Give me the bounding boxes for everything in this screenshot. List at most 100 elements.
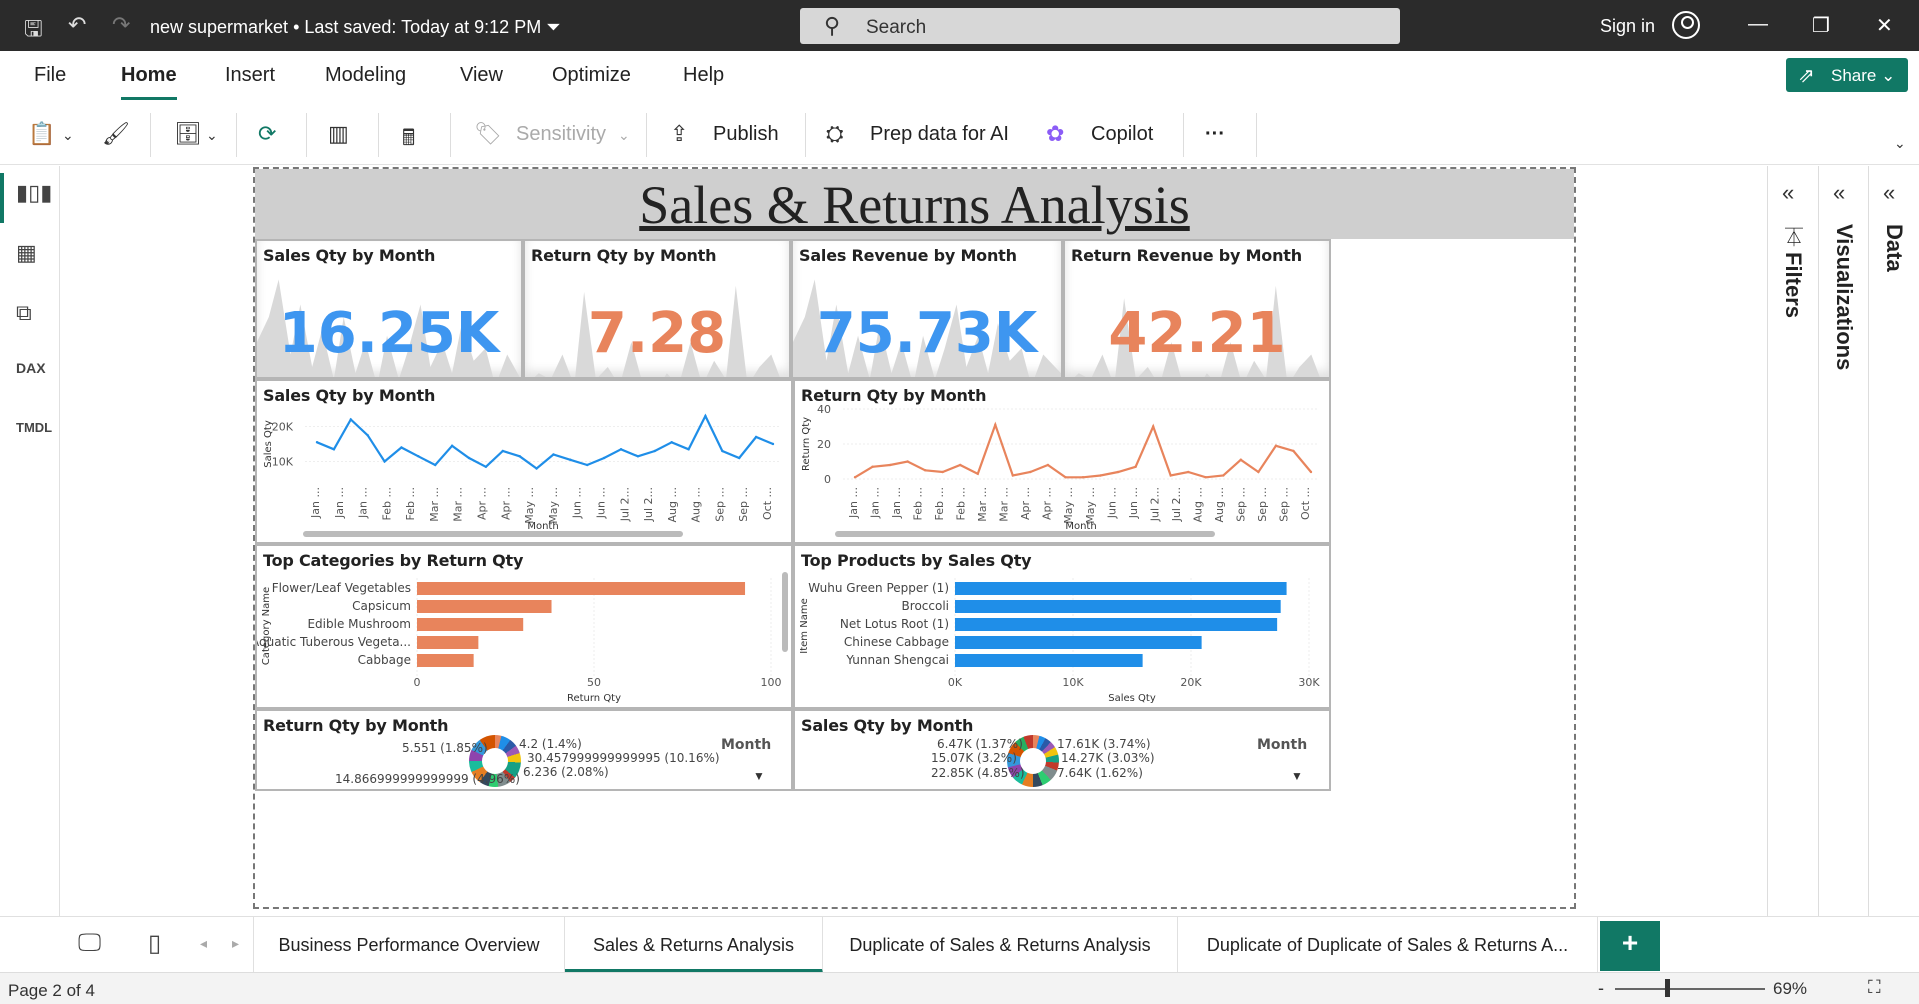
prep-data-icon[interactable]: ⛭	[826, 121, 844, 147]
x-tick-label: Jun ...	[1105, 487, 1118, 519]
format-painter-icon[interactable]: 🖌	[102, 121, 130, 147]
page-tab-duplicate[interactable]: Duplicate of Sales & Returns Analysis	[823, 917, 1178, 973]
close-icon[interactable]: ✕	[1876, 13, 1893, 38]
x-tick-label: Jan ...	[847, 487, 860, 519]
data-pane[interactable]: « Data	[1868, 166, 1918, 916]
menu-insert[interactable]: Insert	[225, 64, 275, 87]
copilot-button[interactable]: Copilot	[1091, 123, 1153, 146]
zoom-slider[interactable]	[1615, 988, 1765, 990]
x-tick-label: Sep ...	[1256, 487, 1269, 522]
search-box[interactable]: ⚲ Search	[800, 8, 1400, 44]
chevron-down-icon[interactable]: ⌄	[206, 127, 218, 144]
data-point	[1309, 470, 1313, 474]
y-tick-label: 40	[817, 403, 831, 416]
kpi-card-return-qty[interactable]: Return Qty by Month 7.28	[523, 239, 791, 379]
data-pane-label[interactable]: Data	[1881, 224, 1907, 272]
menu-view[interactable]: View	[460, 64, 503, 87]
avatar-icon[interactable]	[1672, 11, 1700, 39]
data-point	[1151, 425, 1155, 428]
visualizations-pane-label[interactable]: Visualizations	[1831, 224, 1857, 370]
data-point	[450, 444, 454, 447]
get-data-icon[interactable]: 🗄	[174, 121, 202, 147]
zoom-slider-thumb[interactable]	[1665, 979, 1670, 997]
refresh-icon[interactable]: ⟳	[258, 121, 276, 147]
kpi-title: Return Revenue by Month	[1071, 246, 1302, 265]
menu-home[interactable]: Home	[121, 64, 177, 100]
data-point	[315, 441, 319, 444]
kpi-card-sales-revenue[interactable]: Sales Revenue by Month 75.73K	[791, 239, 1063, 379]
legend-dropdown-icon[interactable]: ▼	[753, 769, 765, 783]
legend-dropdown-icon[interactable]: ▼	[1291, 769, 1303, 783]
table-view-icon[interactable]: ▦	[16, 240, 37, 266]
category-label: Edible Mushroom	[307, 617, 411, 631]
minimize-icon[interactable]: —	[1748, 13, 1768, 36]
category-label: Flower/Leaf Vegetables	[272, 581, 411, 595]
toolbar-divider	[306, 113, 307, 157]
data-point	[923, 469, 927, 472]
menu-file[interactable]: File	[34, 64, 66, 87]
model-view-icon[interactable]: ⧉	[16, 300, 32, 326]
copilot-icon[interactable]: ✿	[1046, 121, 1064, 147]
zoom-level[interactable]: 69%	[1773, 979, 1807, 999]
kpi-card-sales-qty[interactable]: Sales Qty by Month 16.25K	[255, 239, 523, 379]
next-page-icon[interactable]: ▸	[232, 935, 239, 952]
data-point	[1204, 476, 1207, 479]
x-tick-label: Feb ...	[933, 487, 946, 520]
page-tab-business-performance[interactable]: Business Performance Overview	[253, 917, 565, 973]
paste-icon[interactable]: 📋	[28, 121, 55, 147]
expand-pane-icon[interactable]: «	[1833, 180, 1845, 206]
publish-button[interactable]: Publish	[713, 123, 779, 146]
zoom-out-icon[interactable]: -	[1598, 978, 1604, 999]
signin-link[interactable]: Sign in	[1600, 16, 1655, 37]
bar-chart-top-categories[interactable]: Top Categories by Return Qty 0 50 100 Retur…	[255, 544, 793, 709]
bar-chart-top-products[interactable]: Top Products by Sales Qty 0K 10K 20K 30K Sal…	[793, 544, 1331, 709]
bar	[955, 636, 1202, 649]
kpi-card-return-revenue[interactable]: Return Revenue by Month 42.21	[1063, 239, 1331, 379]
restore-icon[interactable]: ❐	[1812, 13, 1830, 38]
vertical-scrollbar[interactable]	[782, 572, 788, 652]
chevron-down-icon[interactable]: ⏷	[546, 17, 560, 37]
add-page-button[interactable]: +	[1600, 921, 1660, 971]
horizontal-scrollbar[interactable]	[835, 531, 1215, 537]
save-icon[interactable]: 🖫	[24, 12, 43, 50]
x-tick-label: Mar ...	[976, 487, 989, 522]
prep-data-button[interactable]: Prep data for AI	[870, 123, 1009, 146]
fit-to-page-icon[interactable]: ⛶	[1868, 977, 1881, 998]
line-chart-sales-qty[interactable]: Sales Qty by Month 10K 20K Sales Qty Jan ..…	[255, 379, 793, 544]
publish-icon[interactable]: ⇪	[670, 121, 688, 147]
dax-query-icon[interactable]: DAX	[16, 360, 46, 376]
data-point	[1239, 458, 1243, 461]
menu-modeling[interactable]: Modeling	[325, 64, 406, 87]
more-options-button[interactable]: ···	[1205, 123, 1225, 146]
donut-chart-sales-qty[interactable]: Sales Qty by Month 6.47K (1.37%) 17.61K …	[793, 709, 1331, 791]
x-tick-label: Jun ...	[594, 487, 607, 519]
expand-pane-icon[interactable]: «	[1883, 180, 1895, 206]
expand-pane-icon[interactable]: «	[1782, 180, 1794, 206]
horizontal-scrollbar[interactable]	[303, 531, 683, 537]
donut-chart-return-qty[interactable]: Return Qty by Month 5.551 (1.85%) 4.2 (1…	[255, 709, 793, 791]
page-tab-sales-returns[interactable]: Sales & Returns Analysis	[565, 917, 823, 973]
ribbon-collapse-icon[interactable]: ⌄	[1894, 135, 1906, 152]
share-button[interactable]: ⇗ Share ⌄	[1786, 58, 1908, 92]
x-tick-label: Jun ...	[1127, 487, 1140, 519]
document-title[interactable]: new supermarket • Last saved: Today at 9…	[150, 17, 561, 38]
new-visual-icon[interactable]: ▥	[328, 121, 349, 147]
tmdl-view-icon[interactable]: TMDL	[16, 420, 52, 435]
filters-pane[interactable]: « Filters ⏄	[1768, 166, 1818, 916]
desktop-layout-icon[interactable]: 🖵	[78, 929, 101, 957]
line-chart-return-qty[interactable]: Return Qty by Month 0 20 40 Return Qty Jan .…	[793, 379, 1331, 544]
data-point	[1292, 449, 1295, 453]
mobile-layout-icon[interactable]: ▯	[148, 929, 161, 958]
x-tick-label: Sep ...	[1277, 487, 1290, 522]
undo-icon[interactable]: ↶	[68, 12, 86, 38]
menu-help[interactable]: Help	[683, 64, 724, 87]
report-view-icon[interactable]: ▮▯▮	[16, 180, 52, 206]
prev-page-icon[interactable]: ◂	[200, 935, 207, 952]
menu-optimize[interactable]: Optimize	[552, 64, 631, 87]
bar	[955, 600, 1281, 613]
visualizations-pane[interactable]: « Visualizations	[1818, 166, 1868, 916]
calculator-icon[interactable]: 🖩	[402, 121, 415, 159]
chevron-down-icon[interactable]: ⌄	[62, 127, 74, 144]
filters-pane-label[interactable]: Filters	[1780, 252, 1806, 318]
page-tab-duplicate-of-duplicate[interactable]: Duplicate of Duplicate of Sales & Return…	[1178, 917, 1598, 973]
